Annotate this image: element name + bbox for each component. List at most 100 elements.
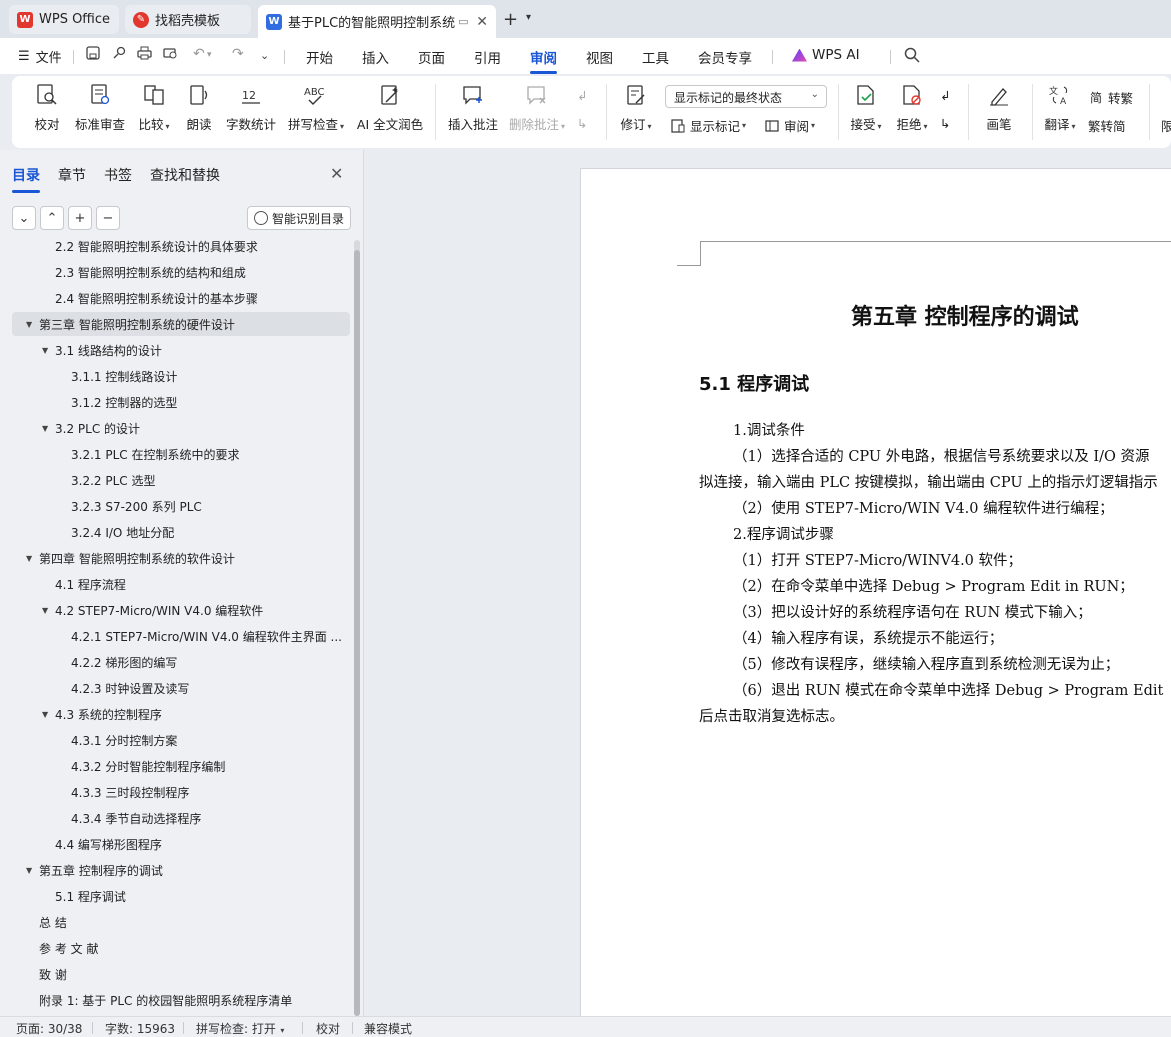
tab-wps-office[interactable]: W WPS Office: [9, 5, 119, 34]
expand-arrow-icon[interactable]: ▼: [42, 346, 48, 355]
pen-button[interactable]: 画笔: [982, 82, 1016, 133]
menu-page[interactable]: 页面: [418, 47, 445, 67]
add-heading-button[interactable]: +: [68, 206, 92, 230]
paragraph-line[interactable]: （5）修改有误程序，继续输入程序直到系统检测无误为止；: [733, 653, 1119, 674]
previous-comment-icon[interactable]: ↲: [577, 88, 587, 103]
close-pane-icon[interactable]: ✕: [330, 164, 343, 183]
toc-item[interactable]: 4.2.2 梯形图的编写: [12, 650, 350, 674]
to-traditional-button[interactable]: 简 转繁: [1088, 88, 1133, 107]
toc-item[interactable]: 4.3.2 分时智能控制程序编制: [12, 754, 350, 778]
toc-item[interactable]: 2.2 智能照明控制系统设计的具体要求: [12, 240, 350, 258]
remove-heading-button[interactable]: −: [96, 206, 120, 230]
translate-button[interactable]: 文A 翻译 ▾: [1040, 82, 1080, 133]
toc-item[interactable]: 4.2.1 STEP7-Micro/WIN V4.0 编程软件主界面 ...: [12, 624, 350, 648]
nav-tab-sections[interactable]: 章节: [58, 165, 86, 185]
to-simplified-button[interactable]: 繁转简: [1088, 116, 1126, 135]
paragraph-line[interactable]: 1.调试条件: [733, 419, 805, 440]
chevron-down-icon[interactable]: ⌄: [260, 49, 269, 62]
paragraph-line[interactable]: （3）把以设计好的系统程序语句在 RUN 模式下输入；: [733, 601, 1092, 622]
paragraph-line[interactable]: 拟连接，输入端由 PLC 按键模拟，输出端由 CPU 上的指示灯逻辑指示: [699, 471, 1158, 492]
toc-item[interactable]: ▼ 4.3 系统的控制程序: [12, 702, 350, 726]
save-icon[interactable]: [86, 46, 100, 64]
toc-item[interactable]: 4.1 程序流程: [12, 572, 350, 596]
document-canvas[interactable]: 第五章 控制程序的调试 5.1 程序调试 1.调试条件 （1）选择合适的 CPU…: [364, 150, 1171, 1016]
menu-tools[interactable]: 工具: [642, 47, 669, 67]
spell-check-status[interactable]: 拼写检查: 打开 ▾: [196, 1020, 284, 1037]
document-page[interactable]: 第五章 控制程序的调试 5.1 程序调试 1.调试条件 （1）选择合适的 CPU…: [580, 168, 1171, 1016]
standard-review-button[interactable]: 标准审查: [72, 82, 128, 133]
restrict-editing-button[interactable]: 限: [1161, 116, 1171, 135]
toc-item[interactable]: 致 谢: [12, 962, 350, 986]
insert-comment-button[interactable]: 插入批注: [446, 82, 500, 133]
toc-item[interactable]: 3.1.1 控制线路设计: [12, 364, 350, 388]
undo-dropdown-icon[interactable]: ▾: [207, 50, 212, 60]
collapse-all-button[interactable]: ⌄: [12, 206, 36, 230]
toc-item[interactable]: ▼ 3.2 PLC 的设计: [12, 416, 350, 440]
print-preview-icon[interactable]: [163, 46, 178, 64]
toc-item[interactable]: 4.2.3 时钟设置及读写: [12, 676, 350, 700]
section-heading[interactable]: 5.1 程序调试: [699, 370, 809, 396]
tab-document[interactable]: W 基于PLC的智能照明控制系统 ▭ ✕: [258, 5, 496, 38]
close-tab-icon[interactable]: ✕: [472, 14, 488, 30]
toc-item[interactable]: ▼ 3.1 线路结构的设计: [12, 338, 350, 362]
expand-up-button[interactable]: ⌃: [40, 206, 64, 230]
delete-comment-button[interactable]: 删除批注 ▾: [506, 82, 568, 133]
toc-item[interactable]: 2.4 智能照明控制系统设计的基本步骤: [12, 286, 350, 310]
chapter-heading[interactable]: 第五章 控制程序的调试: [851, 299, 1079, 331]
review-pane-button[interactable]: 审阅 ▾: [764, 116, 815, 135]
toc-item[interactable]: 4.3.3 三时段控制程序: [12, 780, 350, 804]
toc-item[interactable]: 3.2.1 PLC 在控制系统中的要求: [12, 442, 350, 466]
toc-item[interactable]: ▼ 第五章 控制程序的调试: [12, 858, 350, 882]
toc-item[interactable]: ▼ 第四章 智能照明控制系统的软件设计: [12, 546, 350, 570]
previous-change-icon[interactable]: ↲: [940, 88, 950, 103]
menu-review[interactable]: 审阅: [530, 47, 557, 74]
toc-item[interactable]: ▼ 4.2 STEP7-Micro/WIN V4.0 编程软件: [12, 598, 350, 622]
toc-item[interactable]: 5.1 程序调试: [12, 884, 350, 908]
paragraph-line[interactable]: 后点击取消复选标志。: [699, 705, 844, 726]
print-icon[interactable]: [137, 46, 152, 64]
nav-tab-toc[interactable]: 目录: [12, 165, 40, 193]
toc-item[interactable]: 3.2.4 I/O 地址分配: [12, 520, 350, 544]
next-change-icon[interactable]: ↳: [940, 116, 950, 131]
search-icon[interactable]: [904, 47, 920, 67]
accept-button[interactable]: 接受 ▾: [846, 82, 886, 133]
reject-button[interactable]: 拒绝 ▾: [892, 82, 932, 133]
file-menu-button[interactable]: ☰ 文件: [18, 47, 62, 66]
paragraph-line[interactable]: （2）使用 STEP7-Micro/WIN V4.0 编程软件进行编程；: [733, 497, 1114, 518]
paragraph-line[interactable]: （1）打开 STEP7-Micro/WINV4.0 软件；: [733, 549, 1022, 570]
chevron-down-icon[interactable]: ▾: [526, 12, 531, 23]
paragraph-line[interactable]: （1）选择合适的 CPU 外电路，根据信号系统要求以及 I/O 资源: [733, 445, 1149, 466]
markup-state-select[interactable]: 显示标记的最终状态 ⌄: [665, 85, 827, 108]
redo-icon[interactable]: ↷: [232, 46, 244, 62]
wps-ai-button[interactable]: WPS AI: [792, 47, 860, 63]
track-changes-button[interactable]: 修订 ▾: [616, 82, 656, 133]
paragraph-line[interactable]: （4）输入程序有误，系统提示不能运行；: [733, 627, 1003, 648]
menu-membership[interactable]: 会员专享: [698, 47, 752, 67]
next-comment-icon[interactable]: ↳: [577, 116, 587, 131]
undo-icon[interactable]: ↶: [193, 46, 205, 62]
read-aloud-button[interactable]: 朗读: [182, 82, 216, 133]
spell-check-button[interactable]: ABC 拼写检查 ▾: [286, 82, 346, 133]
toc-item[interactable]: 总 结: [12, 910, 350, 934]
proofread-status[interactable]: 校对: [316, 1020, 340, 1037]
toc-item[interactable]: ▼ 第三章 智能照明控制系统的硬件设计: [12, 312, 350, 336]
tab-template[interactable]: ✎ 找稻壳模板: [125, 5, 251, 34]
page-indicator[interactable]: 页面: 30/38: [16, 1020, 82, 1037]
monitor-icon[interactable]: ▭: [458, 15, 468, 28]
menu-start[interactable]: 开始: [306, 47, 333, 67]
word-count-indicator[interactable]: 字数: 15963: [105, 1020, 175, 1037]
menu-view[interactable]: 视图: [586, 47, 613, 67]
paragraph-line[interactable]: （2）在命令菜单中选择 Debug > Program Edit in RUN；: [733, 575, 1134, 596]
toc-item[interactable]: 3.2.3 S7-200 系列 PLC: [12, 494, 350, 518]
new-tab-icon[interactable]: +: [503, 9, 518, 30]
toc-item[interactable]: 2.3 智能照明控制系统的结构和组成: [12, 260, 350, 284]
compare-button[interactable]: 比较 ▾: [132, 82, 176, 133]
word-count-button[interactable]: 12 字数统计: [224, 82, 278, 133]
nav-tab-bookmarks[interactable]: 书签: [104, 165, 132, 185]
share-icon[interactable]: [112, 46, 126, 64]
expand-arrow-icon[interactable]: ▼: [26, 554, 32, 563]
toc-item[interactable]: 3.2.2 PLC 选型: [12, 468, 350, 492]
expand-arrow-icon[interactable]: ▼: [26, 320, 32, 329]
expand-arrow-icon[interactable]: ▼: [42, 710, 48, 719]
toc-item[interactable]: 4.3.4 季节自动选择程序: [12, 806, 350, 830]
